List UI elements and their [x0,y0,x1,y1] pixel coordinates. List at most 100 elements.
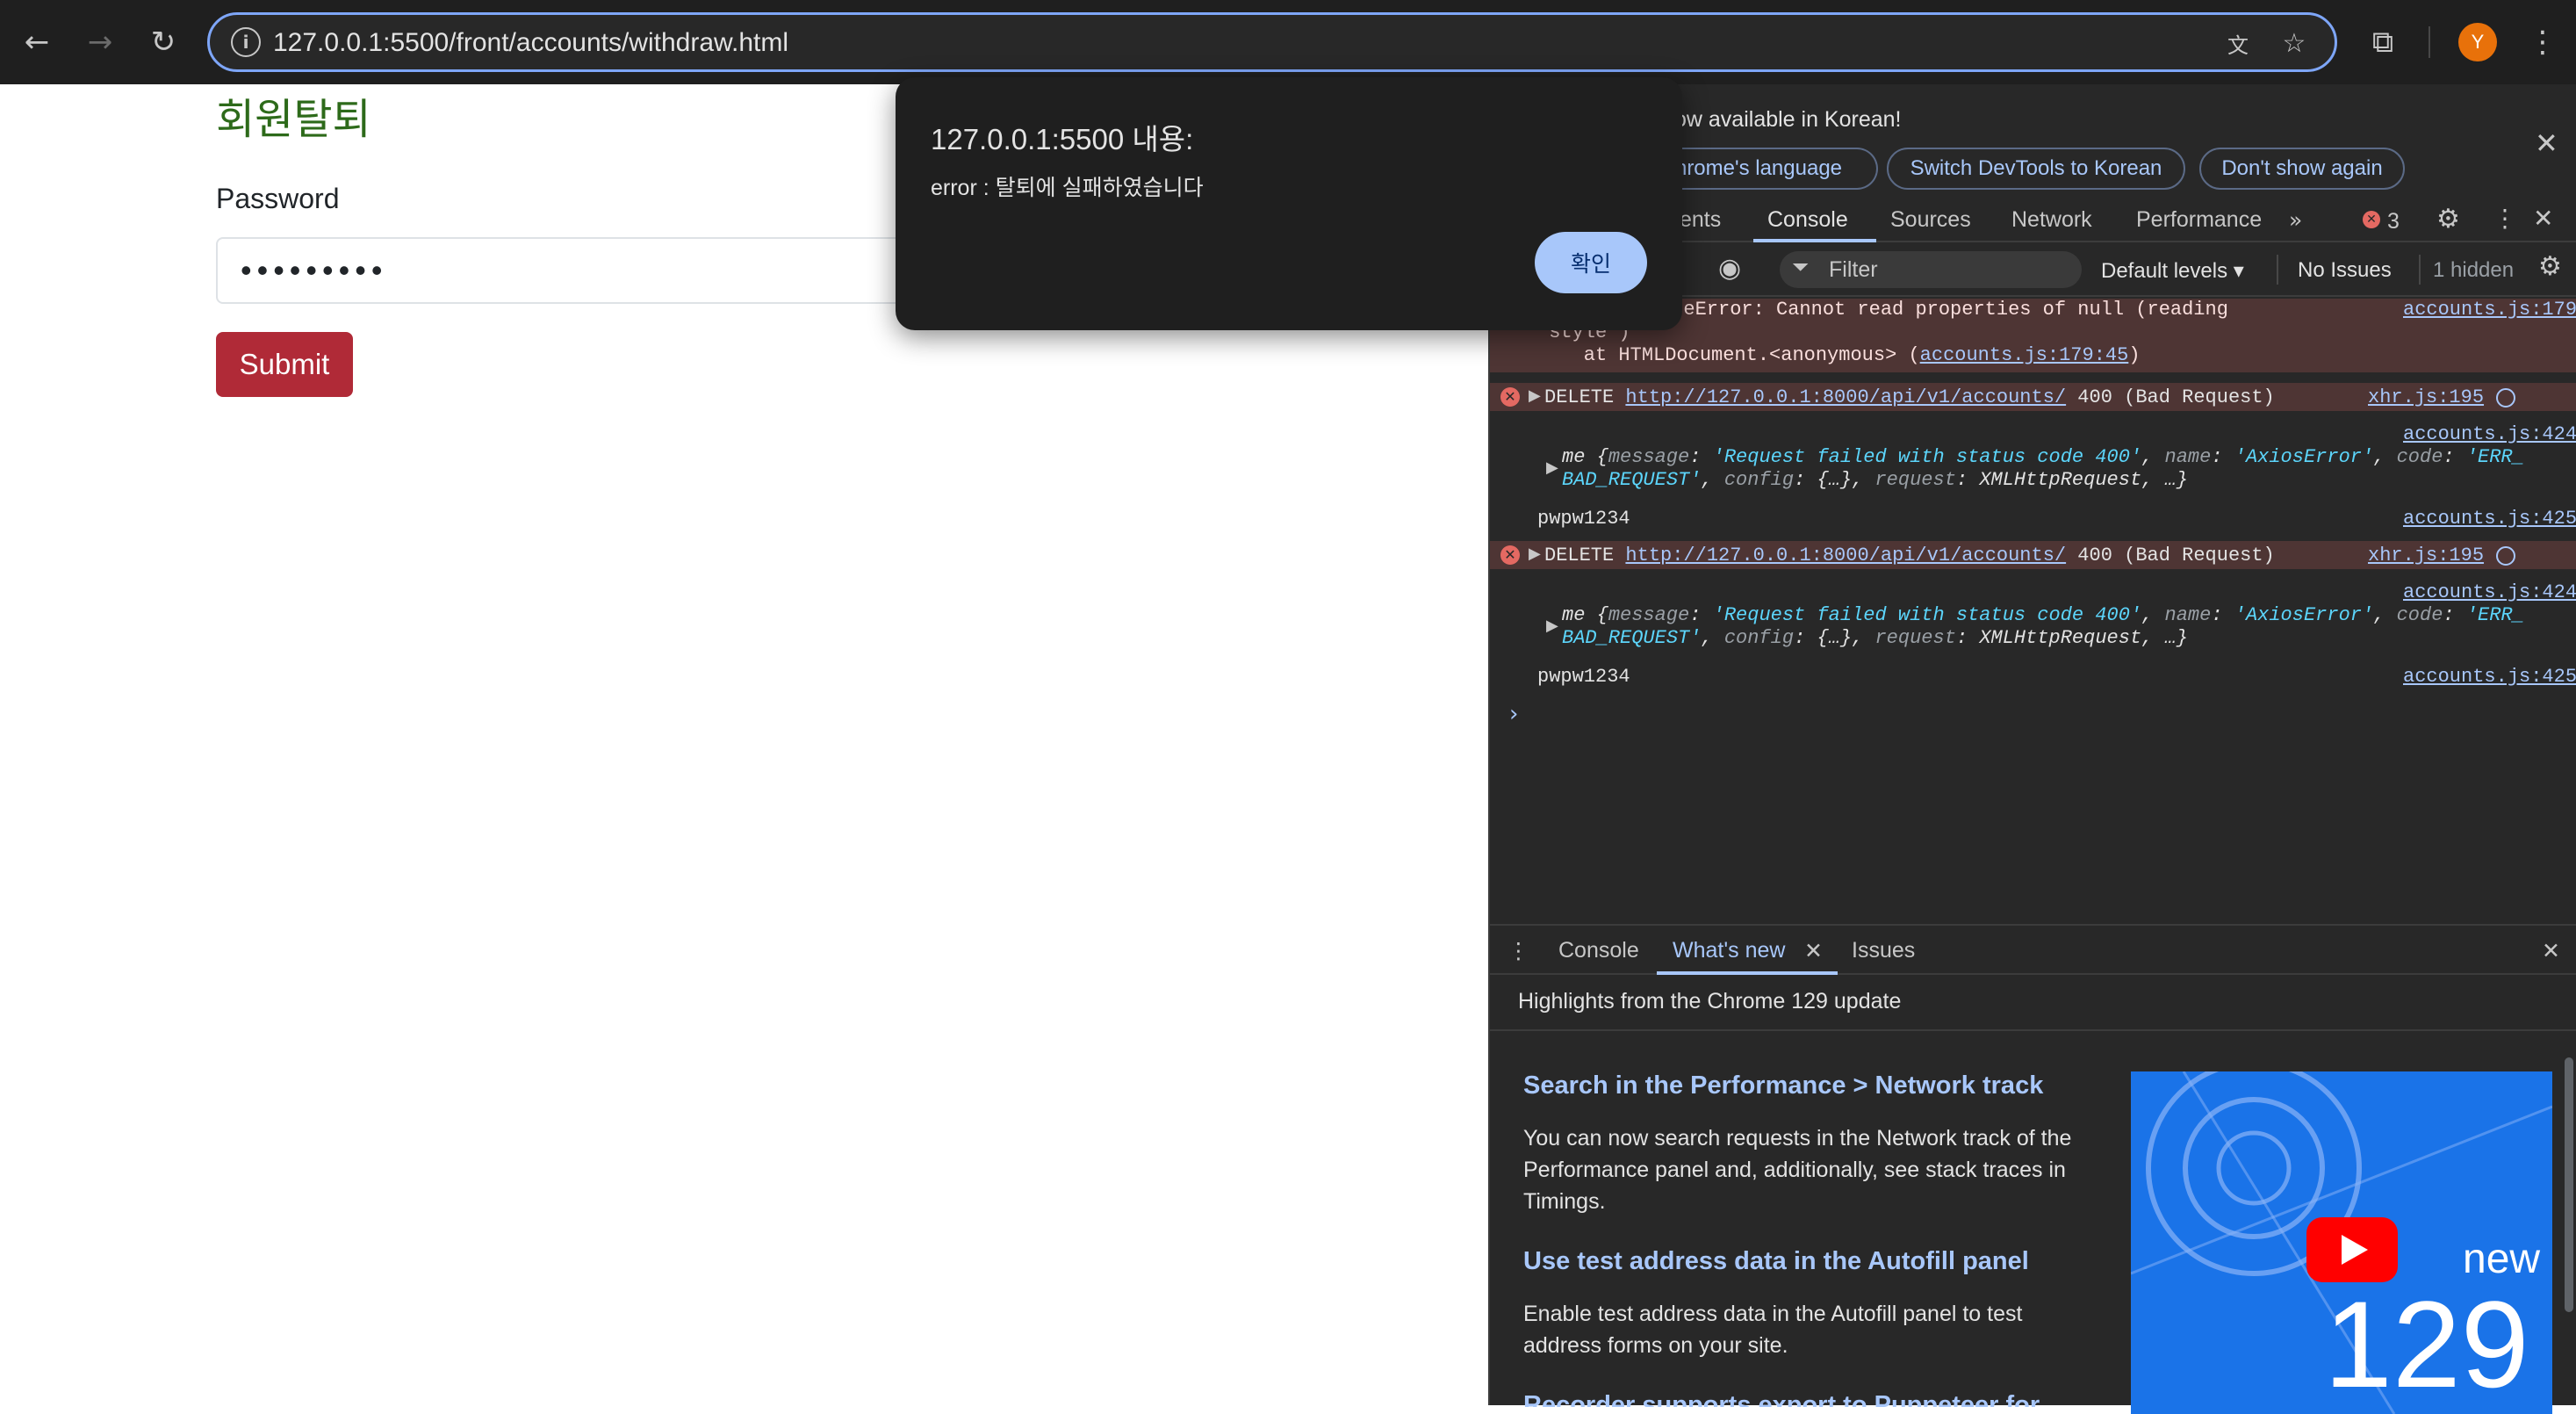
address-bar[interactable]: i 127.0.0.1:5500/front/accounts/withdraw… [207,12,2337,72]
translate-icon[interactable]: 文 [2220,25,2256,61]
whats-new-video-thumbnail[interactable]: new 129 [2131,1071,2552,1414]
eye-icon[interactable]: ◉ [1718,253,1741,284]
close-icon[interactable]: ✕ [2535,126,2558,160]
scrollbar[interactable] [2565,1057,2573,1312]
alert-dialog: 127.0.0.1:5500 내용: error : 탈퇴에 실패하였습니다 확… [896,77,1682,330]
whats-new-item-title[interactable]: Recorder supports export to Puppeteer fo… [1523,1391,2040,1407]
toolbar-divider [2277,255,2278,285]
stack-trace-line: at HTMLDocument.<anonymous> (accounts.js… [1537,344,2141,366]
back-arrow-icon[interactable]: ← [11,16,63,69]
stack-link[interactable]: accounts.js:179:45 [1920,344,2129,366]
whats-new-item-title[interactable]: Search in the Performance > Network trac… [1523,1071,2043,1100]
url-text[interactable]: 127.0.0.1:5500/front/accounts/withdraw.h… [273,27,788,59]
object-preview: BAD_REQUEST', config: {…}, request: XMLH… [1562,469,2188,491]
whats-new-item-body: You can now search requests in the Netwo… [1523,1126,2072,1214]
object-preview: BAD_REQUEST', config: {…}, request: XMLH… [1562,627,2188,649]
object-preview: me {message: 'Request failed with status… [1562,446,2524,468]
source-link[interactable]: accounts.js:425 [2403,666,2576,688]
tab-network[interactable]: Network [2011,207,2092,233]
source-link[interactable]: accounts.js:179 [2403,299,2576,321]
site-info-icon[interactable]: i [231,27,261,57]
hidden-count: 1 hidden [2433,258,2515,282]
console-prompt-icon[interactable]: › [1509,701,1518,727]
toolbar-divider [2428,26,2430,58]
drawer-tabs: ⋮ Console What's new ✕ Issues ✕ [1490,926,2576,975]
log-text: pwpw1234 [1537,666,1630,688]
error-icon: ✕ [1500,545,1520,565]
network-globe-icon[interactable] [2496,388,2515,408]
console-log-axios-error: accounts.js:424 ▶ me {message: 'Request … [1490,581,2576,652]
filter-input[interactable]: Filter [1780,251,2082,288]
console-log-password: pwpw1234 accounts.js:425 [1490,506,2576,534]
log-text: pwpw1234 [1537,508,1630,530]
banner-chip-switch-korean[interactable]: Switch DevTools to Korean [1887,148,2185,190]
settings-gear-icon[interactable]: ⚙ [2436,204,2460,234]
divider [1490,1029,2576,1031]
close-devtools-icon[interactable]: ✕ [2533,204,2553,233]
tab-performance[interactable]: Performance [2136,207,2262,233]
browser-toolbar: ← → ↻ i 127.0.0.1:5500/front/accounts/wi… [0,0,2576,84]
devtools-drawer: ⋮ Console What's new ✕ Issues ✕ Highligh… [1490,924,2576,1414]
play-button-icon[interactable] [2306,1217,2398,1282]
password-label: Password [216,183,340,214]
expand-triangle-icon[interactable]: ▶ [1529,386,1541,405]
page-title: 회원탈퇴 [216,97,371,143]
drawer-menu-icon[interactable]: ⋮ [1507,938,1529,963]
more-vert-icon[interactable]: ⋮ [2516,16,2569,69]
expand-triangle-icon[interactable]: ▶ [1529,545,1541,563]
close-tab-icon[interactable]: ✕ [1804,938,1823,963]
source-link[interactable]: accounts.js:425 [2403,508,2576,530]
drawer-tab-whats-new[interactable]: What's new [1673,938,1785,963]
whats-new-item-body: Enable test address data in the Autofill… [1523,1302,2023,1358]
whats-new-heading: Highlights from the Chrome 129 update [1518,989,1902,1014]
language-banner-text: ow available in Korean! [1674,107,1902,132]
more-tabs-icon[interactable]: » [2289,207,2302,233]
play-triangle [2342,1235,2368,1265]
request-url[interactable]: http://127.0.0.1:8000/api/v1/accounts/ [1625,545,2066,566]
forward-arrow-icon[interactable]: → [74,16,126,69]
avatar[interactable]: Y [2458,23,2497,61]
whats-new-item-title[interactable]: Use test address data in the Autofill pa… [1523,1247,2029,1276]
close-drawer-icon[interactable]: ✕ [2542,938,2560,963]
request-line: DELETE http://127.0.0.1:8000/api/v1/acco… [1544,545,2275,566]
tab-elements[interactable]: ents [1680,207,1721,233]
console-log-password: pwpw1234 accounts.js:425 [1490,664,2576,692]
error-icon: ✕ [1500,387,1520,407]
console-error-delete: ✕ ▶ DELETE http://127.0.0.1:8000/api/v1/… [1490,541,2576,569]
tab-sources[interactable]: Sources [1890,207,1971,233]
tab-console[interactable]: Console [1767,207,1848,233]
error-text: ypeError: Cannot read properties of null… [1660,299,2228,321]
banner-chip-dont-show[interactable]: Don't show again [2199,148,2405,190]
no-issues-label[interactable]: No Issues [2298,258,2392,283]
source-link[interactable]: accounts.js:424 [2403,581,2576,603]
console-error-delete: ✕ ▶ DELETE http://127.0.0.1:8000/api/v1/… [1490,383,2576,411]
source-link[interactable]: accounts.js:424 [2403,423,2576,445]
network-globe-icon[interactable] [2496,546,2515,566]
expand-triangle-icon[interactable]: ▶ [1546,617,1558,635]
reload-icon[interactable]: ↻ [137,16,190,69]
object-preview: me {message: 'Request failed with status… [1562,604,2524,626]
source-link[interactable]: xhr.js:195 [2368,545,2484,566]
source-link[interactable]: xhr.js:195 [2368,386,2484,408]
video-label-129: 129 [2324,1275,2529,1413]
drawer-tab-console[interactable]: Console [1558,938,1639,963]
console-settings-icon[interactable]: ⚙ [2538,251,2562,282]
submit-button[interactable]: Submit [216,332,353,397]
dialog-title: 127.0.0.1:5500 내용: [931,123,1194,155]
error-count-icon: ✕ [2363,211,2380,228]
request-url[interactable]: http://127.0.0.1:8000/api/v1/accounts/ [1625,386,2066,408]
extensions-icon[interactable]: ⧉ [2357,16,2409,69]
more-vert-icon[interactable]: ⋮ [2493,204,2517,233]
default-levels-dropdown[interactable]: Default levels ▾ [2101,258,2244,284]
expand-triangle-icon[interactable]: ▶ [1546,458,1558,477]
active-tab-indicator [1657,971,1838,975]
toolbar-divider [2419,255,2421,285]
dialog-message: error : 탈퇴에 실패하였습니다 [931,176,1204,200]
error-count[interactable]: 3 [2387,209,2400,234]
request-line: DELETE http://127.0.0.1:8000/api/v1/acco… [1544,386,2275,408]
filter-icon: ⏷ [1792,255,1810,279]
drawer-tab-issues[interactable]: Issues [1852,938,1915,963]
console-log-axios-error: accounts.js:424 ▶ me {message: 'Request … [1490,423,2576,494]
ok-button[interactable]: 확인 [1535,232,1647,293]
star-icon[interactable]: ☆ [2277,25,2312,61]
